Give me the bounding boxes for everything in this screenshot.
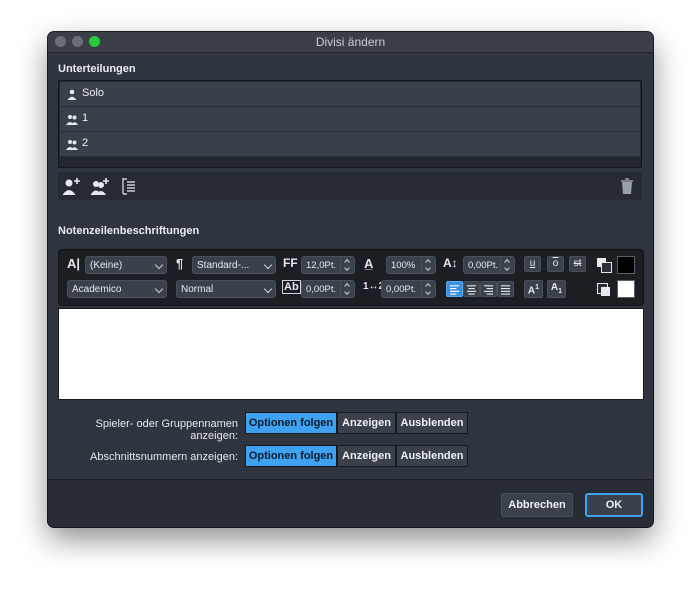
section-numbers-hide-button[interactable]: Ausblenden xyxy=(396,445,468,467)
division-row-solo[interactable]: Solo xyxy=(60,82,640,107)
underline-button[interactable]: u xyxy=(524,256,541,272)
font-weight-value: Normal xyxy=(181,284,214,295)
divisions-heading: Unterteilungen xyxy=(58,63,136,75)
division-label: 2 xyxy=(82,137,89,149)
scale-stepper[interactable]: 100% xyxy=(386,256,436,274)
superscript-mark: 1 xyxy=(535,284,540,291)
section-numbers-label: Abschnittsnummern anzeigen: xyxy=(90,451,238,463)
section-numbers-show-button[interactable]: Anzeigen xyxy=(337,445,396,467)
divisions-toolbar xyxy=(58,172,642,200)
add-group-icon[interactable] xyxy=(90,176,110,196)
trash-icon[interactable] xyxy=(617,176,637,196)
divisi-dialog: Divisi ändern Unterteilungen Solo 1 2 No… xyxy=(48,32,653,527)
overline-button[interactable]: o xyxy=(547,256,564,272)
line-spacing-value: 0,00Pt. xyxy=(386,284,417,295)
division-row-2[interactable]: 2 xyxy=(60,132,640,157)
line-spacing-stepper[interactable]: 0,00Pt. xyxy=(381,280,436,298)
section-numbers-follow-options-button[interactable]: Optionen folgen xyxy=(245,445,337,467)
paragraph-style-value: Standard-... xyxy=(197,260,250,271)
baseline-shift-icon: A↕ xyxy=(443,256,458,270)
tracking-value: 0,00Pt. xyxy=(306,284,337,295)
align-justify-icon xyxy=(500,285,511,295)
align-left-icon xyxy=(449,285,460,295)
superscript-button[interactable]: A1 xyxy=(524,280,543,298)
font-size-value: 12,0Pt. xyxy=(306,260,337,271)
tracking-icon: Ab xyxy=(282,280,301,294)
font-family-dropdown[interactable]: Academico xyxy=(67,280,167,298)
font-size-icon: FF xyxy=(283,256,298,270)
baseline-shift-stepper[interactable]: 0,00Pt. xyxy=(463,256,515,274)
add-player-icon[interactable] xyxy=(61,176,81,196)
font-family-value: Academico xyxy=(72,284,122,295)
two-person-icon xyxy=(66,115,78,125)
scale-icon: A̲ xyxy=(364,256,374,271)
subscript-button[interactable]: A1 xyxy=(547,280,566,298)
tracking-stepper[interactable]: 0,00Pt. xyxy=(301,280,355,298)
division-row-1[interactable]: 1 xyxy=(60,107,640,132)
two-person-icon xyxy=(66,140,78,150)
character-style-value: (Keine) xyxy=(90,260,123,271)
division-label: 1 xyxy=(82,112,89,124)
font-size-stepper[interactable]: 12,0Pt. xyxy=(301,256,355,274)
player-names-hide-button[interactable]: Ausblenden xyxy=(396,412,468,434)
align-right-button[interactable] xyxy=(480,281,497,297)
staff-labels-heading: Notenzeilenbeschriftungen xyxy=(58,225,200,237)
player-names-follow-options-button[interactable]: Optionen folgen xyxy=(245,412,337,434)
subscript-mark: 1 xyxy=(558,288,563,295)
title-bar: Divisi ändern xyxy=(48,32,653,53)
align-right-icon xyxy=(483,285,494,295)
align-left-button[interactable] xyxy=(446,281,463,297)
align-center-icon xyxy=(466,285,477,295)
player-names-label: Spieler- oder Gruppennamen anzeigen: xyxy=(95,418,238,442)
font-weight-dropdown[interactable]: Normal xyxy=(176,280,276,298)
cancel-button[interactable]: Abbrechen xyxy=(501,493,573,517)
text-color-bg-icon xyxy=(601,262,612,273)
foreground-color-swatch[interactable] xyxy=(617,256,635,274)
staff-list-icon[interactable] xyxy=(119,176,139,196)
character-style-dropdown[interactable]: (Keine) xyxy=(85,256,167,274)
paragraph-icon: ¶ xyxy=(176,256,184,271)
dialog-footer: Abbrechen OK xyxy=(48,479,653,527)
scale-value: 100% xyxy=(391,260,416,271)
paragraph-style-dropdown[interactable]: Standard-... xyxy=(192,256,276,274)
divisions-list: Solo 1 2 xyxy=(58,80,642,168)
staff-label-text-editor[interactable] xyxy=(58,308,644,400)
division-label: Solo xyxy=(82,87,105,99)
strikethrough-button[interactable]: st xyxy=(569,256,586,272)
window-title: Divisi ändern xyxy=(315,35,386,49)
align-justify-button[interactable] xyxy=(497,281,514,297)
ok-button[interactable]: OK xyxy=(585,493,643,517)
highlight-bg-icon xyxy=(601,287,610,296)
align-center-button[interactable] xyxy=(463,281,480,297)
player-names-show-button[interactable]: Anzeigen xyxy=(337,412,396,434)
baseline-shift-value: 0,00Pt. xyxy=(468,260,499,271)
character-style-icon: A| xyxy=(67,256,81,271)
single-person-icon xyxy=(67,89,77,100)
text-format-toolbar: A| (Keine) ¶ Standard-... FF 12,0Pt. A̲ … xyxy=(58,249,644,306)
background-color-swatch[interactable] xyxy=(617,280,635,298)
